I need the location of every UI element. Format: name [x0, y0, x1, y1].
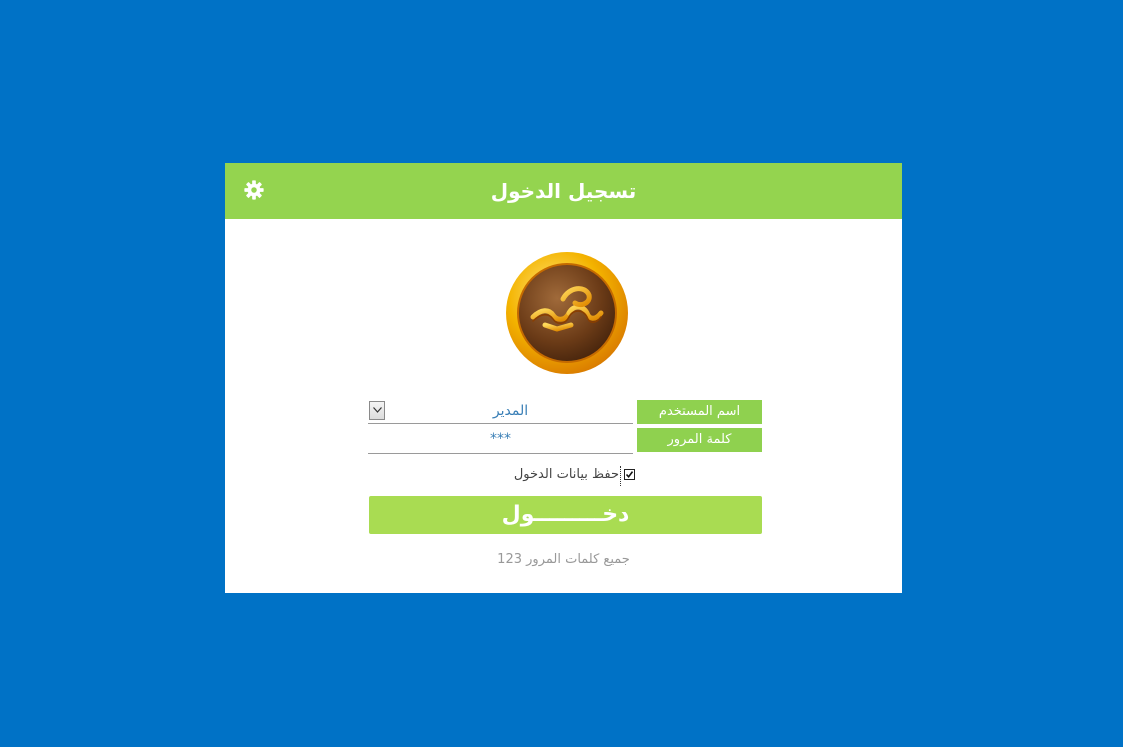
remember-checkbox[interactable]	[624, 469, 635, 480]
dropdown-button[interactable]	[369, 401, 385, 420]
username-label: اسم المستخدم	[637, 400, 762, 424]
login-button[interactable]: دخـــــــــول	[369, 496, 762, 534]
password-input[interactable]: ***	[368, 427, 633, 454]
password-value: ***	[490, 431, 511, 447]
login-window: تسجيل الدخول اسم المستخدم المدير كلمة ال…	[225, 163, 902, 593]
username-select[interactable]: المدير	[368, 400, 633, 424]
page-title: تسجيل الدخول	[490, 179, 637, 203]
app-logo	[505, 251, 629, 375]
password-hint: جميع كلمات المرور 123	[497, 552, 630, 567]
check-icon	[625, 471, 634, 479]
password-label: كلمة المرور	[637, 428, 762, 452]
chevron-down-icon	[373, 407, 382, 413]
focus-indicator	[620, 466, 621, 486]
remember-me: حفظ بيانات الدخول	[495, 464, 637, 486]
title-bar: تسجيل الدخول	[225, 163, 902, 219]
username-value: المدير	[492, 403, 529, 419]
remember-label[interactable]: حفظ بيانات الدخول	[514, 466, 619, 484]
